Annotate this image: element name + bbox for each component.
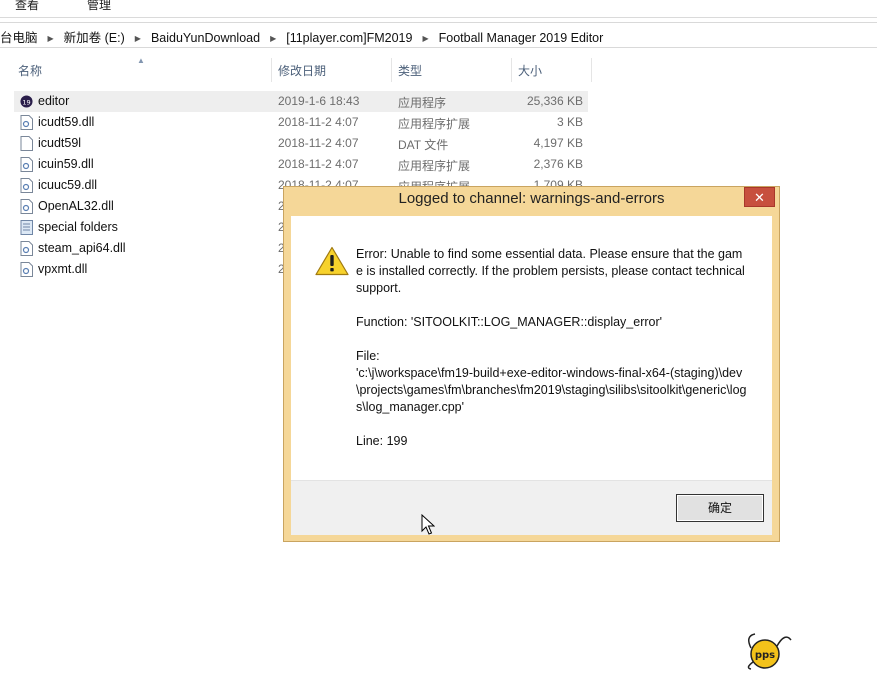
column-header-date[interactable]: 修改日期 bbox=[278, 58, 326, 82]
file-type: 应用程序扩展 bbox=[398, 159, 471, 173]
column-header-name[interactable]: 名称 bbox=[18, 58, 42, 82]
file-size: 25,336 KB bbox=[526, 94, 583, 108]
address-bar[interactable]: 台电脑 ▶ 新加卷 (E:) ▶ BaiduYunDownload ▶ [11player.… bbox=[0, 22, 877, 48]
file-name: vpxmt.dll bbox=[38, 262, 88, 276]
file-name: icuin59.dll bbox=[38, 157, 94, 171]
file-name: icudt59l bbox=[38, 136, 82, 150]
pps-logo-text: pps bbox=[755, 650, 775, 661]
column-headers: ▲ 名称 修改日期 类型 大小 bbox=[0, 56, 592, 82]
file-size: 4,197 KB bbox=[533, 136, 583, 150]
column-divider[interactable] bbox=[591, 58, 592, 82]
file-name: icuuc59.dll bbox=[38, 178, 98, 192]
file-date: 2018-11-2 4:07 bbox=[278, 157, 359, 171]
ribbon-divider bbox=[0, 17, 877, 18]
column-divider[interactable] bbox=[391, 58, 392, 82]
file-label: File: bbox=[356, 349, 380, 363]
dll-icon bbox=[20, 241, 33, 256]
error-dialog[interactable]: Logged to channel: warnings-and-errors ✕… bbox=[283, 186, 780, 542]
dll-icon bbox=[20, 157, 33, 172]
dialog-title: Logged to channel: warnings-and-errors bbox=[398, 190, 665, 207]
file-icon bbox=[20, 136, 33, 151]
breadcrumb-item-fm2019[interactable]: [11player.com]FM2019 bbox=[282, 31, 416, 45]
column-divider[interactable] bbox=[271, 58, 272, 82]
file-type: 应用程序扩展 bbox=[398, 117, 471, 131]
file-row[interactable]: icudt59l 2018-11-2 4:07 DAT 文件 4,197 KB bbox=[14, 133, 588, 154]
ribbon-tabs: 查看 管理 bbox=[0, 0, 877, 16]
svg-text:19: 19 bbox=[22, 98, 30, 106]
dll-icon bbox=[20, 199, 33, 214]
ribbon-tab-view[interactable]: 查看 bbox=[15, 0, 39, 13]
close-button[interactable]: ✕ bbox=[744, 187, 775, 207]
breadcrumb-item-baiduyun[interactable]: BaiduYunDownload bbox=[147, 31, 264, 45]
chevron-right-icon[interactable]: ▶ bbox=[264, 34, 282, 43]
file-row-editor[interactable]: 19 editor 2019-1-6 18:43 应用程序 25,336 KB bbox=[14, 91, 588, 112]
column-header-type[interactable]: 类型 bbox=[398, 58, 422, 82]
dll-icon bbox=[20, 178, 33, 193]
dialog-content: Error: Unable to find some essential dat… bbox=[291, 216, 772, 535]
chevron-right-icon[interactable]: ▶ bbox=[129, 34, 147, 43]
fm-app-icon: 19 bbox=[20, 95, 33, 108]
file-size: 3 KB bbox=[556, 115, 583, 129]
text-file-icon bbox=[20, 220, 33, 235]
function-text: Function: 'SITOOLKIT::LOG_MANAGER::displ… bbox=[356, 315, 663, 329]
column-header-size[interactable]: 大小 bbox=[518, 58, 542, 82]
file-path: 'c:\j\workspace\fm19-build+exe-editor-wi… bbox=[356, 366, 747, 414]
file-date: 2018-11-2 4:07 bbox=[278, 115, 359, 129]
file-name: icudt59.dll bbox=[38, 115, 95, 129]
breadcrumb-item-pc[interactable]: 台电脑 bbox=[0, 27, 42, 46]
column-divider[interactable] bbox=[511, 58, 512, 82]
chevron-right-icon[interactable]: ▶ bbox=[42, 34, 60, 43]
file-name: OpenAL32.dll bbox=[38, 199, 114, 213]
mouse-cursor-icon bbox=[421, 514, 435, 535]
file-size: 2,376 KB bbox=[533, 157, 583, 171]
ribbon-tab-manage[interactable]: 管理 bbox=[87, 0, 111, 13]
dialog-footer: 确定 bbox=[291, 480, 772, 535]
sort-ascending-icon: ▲ bbox=[137, 56, 145, 65]
breadcrumb-item-editor-folder[interactable]: Football Manager 2019 Editor bbox=[435, 31, 608, 45]
dll-icon bbox=[20, 115, 33, 130]
ok-button[interactable]: 确定 bbox=[676, 494, 764, 522]
error-message: Error: Unable to find some essential dat… bbox=[356, 247, 749, 295]
file-name: special folders bbox=[38, 220, 118, 234]
warning-icon bbox=[315, 246, 349, 276]
dialog-message: Error: Unable to find some essential dat… bbox=[356, 246, 748, 467]
chevron-right-icon[interactable]: ▶ bbox=[416, 34, 434, 43]
file-name: steam_api64.dll bbox=[38, 241, 126, 255]
file-type: 应用程序 bbox=[398, 96, 447, 110]
pps-logo-icon: pps bbox=[747, 633, 792, 670]
file-row[interactable]: icudt59.dll 2018-11-2 4:07 应用程序扩展 3 KB bbox=[14, 112, 588, 133]
file-name: editor bbox=[38, 94, 70, 108]
breadcrumb: 台电脑 ▶ 新加卷 (E:) ▶ BaiduYunDownload ▶ [11player.… bbox=[0, 27, 607, 46]
file-date: 2019-1-6 18:43 bbox=[278, 94, 360, 108]
file-type: DAT 文件 bbox=[398, 138, 449, 152]
file-row[interactable]: icuin59.dll 2018-11-2 4:07 应用程序扩展 2,376 … bbox=[14, 154, 588, 175]
line-text: Line: 199 bbox=[356, 434, 408, 448]
dll-icon bbox=[20, 262, 33, 277]
file-date: 2018-11-2 4:07 bbox=[278, 136, 359, 150]
breadcrumb-item-drive[interactable]: 新加卷 (E:) bbox=[60, 27, 129, 46]
